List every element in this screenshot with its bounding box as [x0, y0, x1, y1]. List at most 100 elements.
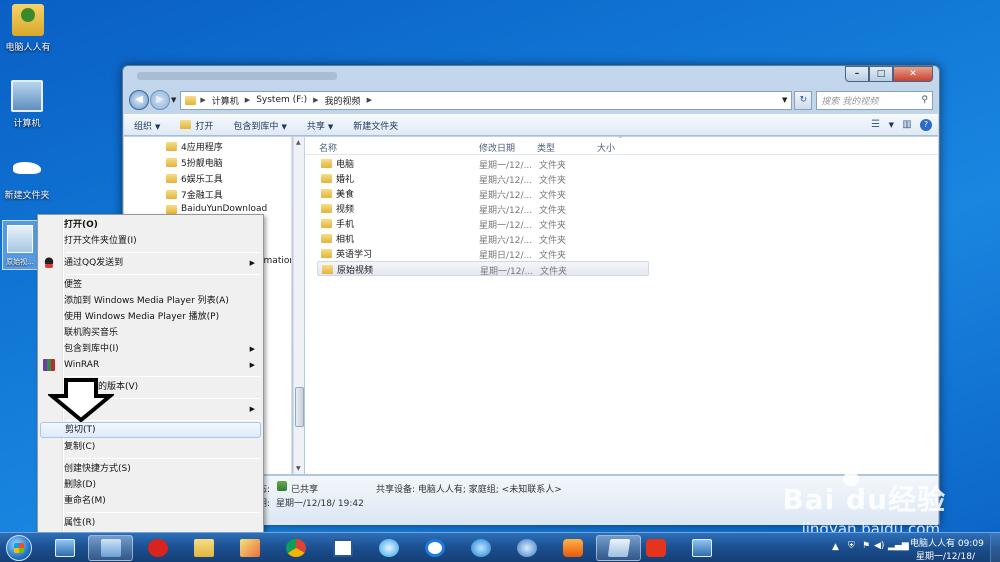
start-button[interactable] [6, 535, 32, 561]
column-name[interactable]: 名称 [319, 141, 337, 154]
volume-icon[interactable]: ◀) [874, 541, 884, 551]
address-row: ◀ ▶ ▼ ▶ 计算机 ▶ System (F:) ▶ 我的视频 ▶ ▼ ↻ 搜… [129, 89, 933, 111]
menu-item-buy-music-online[interactable]: 联机购买音乐 [40, 325, 261, 341]
menu-item-include-in-library[interactable]: 包含到库中(I) ▶ [40, 341, 261, 357]
forward-button[interactable]: ▶ [150, 90, 170, 110]
file-row[interactable]: 婚礼 星期六/12/... 文件夹 [317, 171, 649, 186]
taskbar-app-folder[interactable] [181, 535, 226, 561]
include-in-library-button[interactable]: 包含到库中 ▼ [223, 119, 296, 132]
taskbar-app-browser[interactable] [366, 535, 411, 561]
menu-item-create-shortcut[interactable]: 创建快捷方式(S) [40, 461, 261, 477]
title-bar[interactable]: – □ ✕ [123, 66, 939, 86]
breadcrumb-drive[interactable]: System (F:) [256, 95, 307, 105]
taskbar-app-word[interactable] [320, 535, 365, 561]
taskbar-app-desktop[interactable] [42, 535, 87, 561]
column-size[interactable]: 大小 [597, 141, 615, 154]
breadcrumb-separator-icon[interactable]: ▶ [313, 96, 318, 104]
file-row[interactable]: 电脑 星期一/12/... 文件夹 [317, 156, 649, 171]
breadcrumb-separator-icon[interactable]: ▶ [200, 96, 205, 104]
nav-item-apps[interactable]: 4应用程序 [166, 140, 223, 153]
nav-item-entertainment[interactable]: 6娱乐工具 [166, 172, 223, 185]
network-icon[interactable]: ▂▄▆ [888, 541, 909, 551]
organize-button[interactable]: 组织 ▼ [124, 119, 170, 132]
address-dropdown-icon[interactable]: ▼ [782, 96, 787, 104]
scroll-up-icon[interactable]: ▲ [296, 139, 301, 146]
preview-pane-icon[interactable]: ▥ [900, 119, 914, 131]
search-icon[interactable]: ⚲ [921, 95, 928, 105]
desktop-icon-video-selected[interactable]: 原始视... [2, 220, 38, 270]
scrollbar-thumb[interactable] [295, 387, 304, 427]
minimize-button[interactable]: – [845, 66, 869, 82]
address-bar[interactable]: ▶ 计算机 ▶ System (F:) ▶ 我的视频 ▶ ▼ [180, 90, 793, 110]
column-type[interactable]: 类型 [537, 141, 555, 154]
taskbar-app-paint[interactable] [227, 535, 272, 561]
taskbar-app-chess[interactable] [135, 535, 180, 561]
menu-item-rename[interactable]: 重命名(M) [40, 493, 261, 509]
breadcrumb-separator-icon[interactable]: ▶ [245, 96, 250, 104]
clock-line2[interactable]: 星期一/12/18/ [916, 549, 975, 562]
nav-item-customize[interactable]: 5扮靓电脑 [166, 156, 223, 169]
file-row[interactable]: 英语学习 星期日/12/... 文件夹 [317, 246, 649, 261]
menu-item-winrar[interactable]: WinRAR ▶ [40, 357, 261, 373]
taskbar-app-screen[interactable] [679, 535, 724, 561]
taskbar-app-video-player[interactable] [550, 535, 595, 561]
file-type-cell: 文件夹 [539, 236, 567, 246]
file-row[interactable]: 美食 星期六/12/... 文件夹 [317, 186, 649, 201]
taskbar-app-chrome[interactable] [273, 535, 318, 561]
taskbar-app-ie[interactable] [458, 535, 503, 561]
tray-flag-icon[interactable]: ⚑ [862, 541, 870, 551]
menu-item-copy[interactable]: 复制(C) [40, 439, 261, 455]
file-type-cell: 文件夹 [540, 267, 568, 277]
file-name-cell: 电脑 [321, 157, 354, 170]
taskbar-app-sogou[interactable] [412, 535, 457, 561]
nav-item-information[interactable]: rmation [260, 256, 291, 266]
menu-item-open[interactable]: 打开(O) [40, 217, 261, 233]
nav-item-baiduyun[interactable]: BaiduYunDownload [166, 204, 267, 214]
clock-line1[interactable]: 电脑人人有 09:09 [910, 536, 984, 549]
chevron-down-icon[interactable]: ▼ [889, 121, 894, 129]
taskbar-app-control[interactable] [88, 535, 133, 561]
help-icon[interactable]: ? [920, 119, 932, 131]
share-button[interactable]: 共享 ▼ [297, 119, 343, 132]
column-date[interactable]: 修改日期 [479, 141, 515, 154]
tray-security-icon[interactable]: ⛨ [848, 541, 855, 551]
menu-item-send-via-qq[interactable]: 通过QQ发送到 ▶ [40, 255, 261, 271]
menu-item-open-location[interactable]: 打开文件夹位置(I) [40, 233, 261, 249]
desktop-icon-computer[interactable]: 计算机 [0, 80, 57, 129]
desktop-icon-new-folder[interactable]: 新建文件夹 [0, 152, 57, 201]
taskbar-app-sogou-input[interactable] [633, 535, 678, 561]
explorer-window-icon [607, 539, 630, 557]
breadcrumb-separator-icon[interactable]: ▶ [367, 96, 372, 104]
search-input[interactable]: 搜索 我的视频 ⚲ [816, 90, 933, 110]
refresh-button[interactable]: ↻ [794, 90, 813, 110]
nav-scrollbar[interactable]: ▲ ▼ [293, 137, 304, 474]
tray-expand-icon[interactable]: ▲ [832, 542, 839, 552]
menu-item-play-with-wmp[interactable]: 使用 Windows Media Player 播放(P) [40, 309, 261, 325]
show-desktop-button[interactable] [990, 533, 1000, 562]
breadcrumb-my-videos[interactable]: 我的视频 [325, 94, 361, 107]
nav-item-finance[interactable]: 7金融工具 [166, 188, 223, 201]
menu-item-add-to-wmp-list[interactable]: 添加到 Windows Media Player 列表(A) [40, 293, 261, 309]
user-folder-icon [12, 4, 44, 36]
menu-item-sticky-note[interactable]: 便签 [40, 277, 261, 293]
desktop-icon-user[interactable]: 电脑人人有 [0, 4, 58, 53]
submenu-arrow-icon: ▶ [249, 259, 255, 267]
history-dropdown-icon[interactable]: ▼ [171, 96, 176, 104]
file-row[interactable]: 原始视频 星期一/12/... 文件夹 [317, 261, 649, 277]
maximize-button[interactable]: □ [869, 66, 893, 82]
file-row[interactable]: 视频 星期六/12/... 文件夹 [317, 201, 649, 216]
file-date-cell: 星期日/12/... [479, 251, 533, 261]
back-button[interactable]: ◀ [129, 90, 149, 110]
file-row[interactable]: 手机 星期一/12/... 文件夹 [317, 216, 649, 231]
close-button[interactable]: ✕ [893, 66, 933, 82]
open-button[interactable]: 打开 [170, 119, 223, 132]
scroll-down-icon[interactable]: ▼ [296, 465, 301, 472]
menu-item-properties[interactable]: 属性(R) [40, 515, 261, 531]
file-row[interactable]: 相机 星期六/12/... 文件夹 [317, 231, 649, 246]
new-folder-button[interactable]: 新建文件夹 [343, 119, 408, 132]
menu-item-delete[interactable]: 删除(D) [40, 477, 261, 493]
menu-item-cut[interactable]: 剪切(T) [40, 422, 261, 438]
breadcrumb-computer[interactable]: 计算机 [212, 94, 239, 107]
taskbar-app-media[interactable] [504, 535, 549, 561]
view-options-icon[interactable]: ☰ [869, 119, 883, 131]
